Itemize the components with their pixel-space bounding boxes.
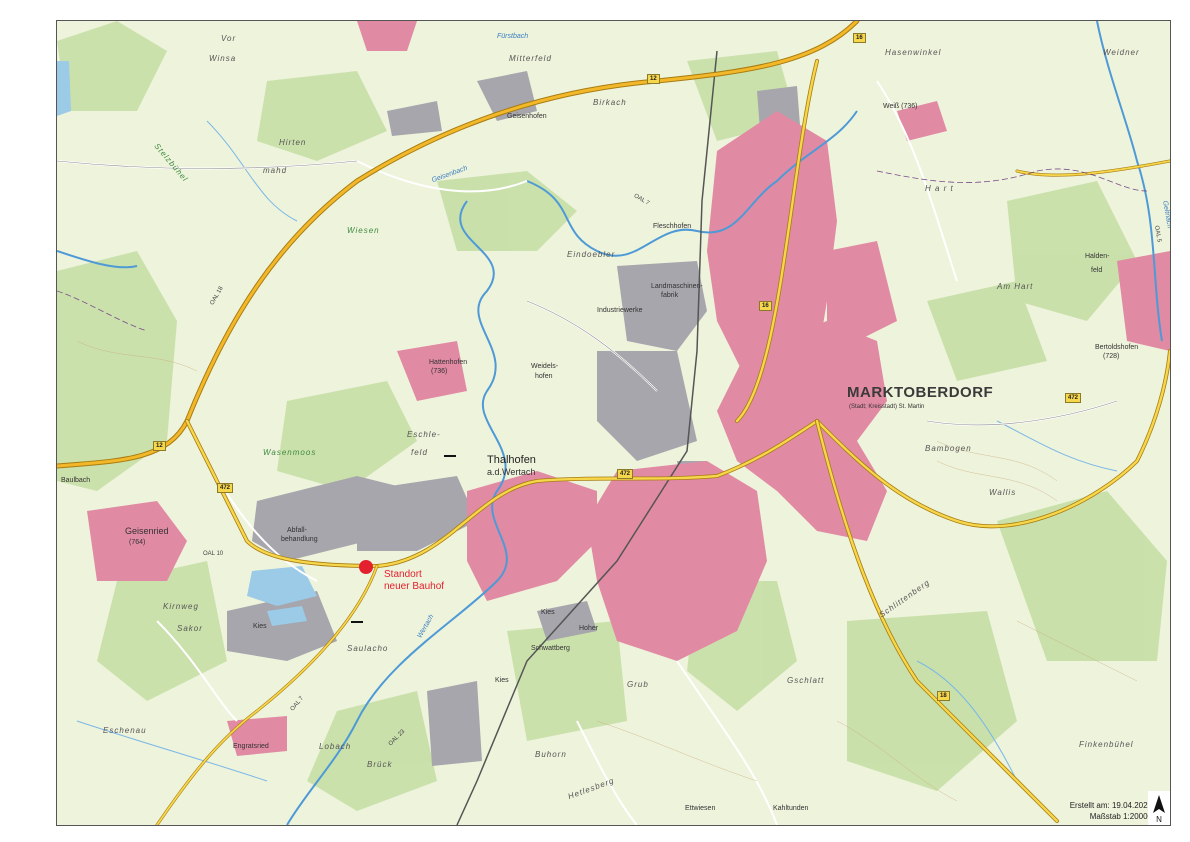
place-label-haldenfeld-1: Halden- [1085,253,1110,260]
road-shield-b472-east: 472 [1065,393,1082,403]
place-label-hattenhofen: Hattenhofen [429,359,468,366]
place-label-geisenhofen: Geisenhofen [507,113,547,120]
facility-label-hoher: Hoher [579,625,599,632]
place-label-vor: Vor [221,34,237,43]
road-shield-b16-town: 16 [759,301,772,311]
road-shield-b16-north: 16 [853,33,866,43]
facility-label-landmaschinenfabrik-2: fabrik [661,292,679,299]
place-label-grub: Grub [627,680,649,689]
site-marker-label-2: neuer Bauhof [384,581,445,592]
road-shield-b472-thalhofen: 472 [617,469,634,479]
place-label-lobach: Lobach [319,742,352,751]
scale-label: Maßstab 1:20000 [1089,811,1152,821]
town-label-thalhofen-2: a.d.Wertach [487,467,536,477]
facility-label-industriewerke: Industriewerke [597,307,643,314]
facility-label-kies-2: Kies [541,609,555,616]
town-sub-label: (Stadt; Kreisstadt) St. Martin [849,404,925,410]
place-elev-bertoldshofen: (728) [1103,353,1120,360]
road-shield-b472-west: 472 [217,483,234,493]
place-label-haldenfeld-2: feld [1091,267,1103,274]
place-label-fleschhofen: Fleschhofen [653,223,692,230]
site-marker[interactable] [359,560,373,574]
road-shield-b18: 18 [937,691,950,701]
map-frame[interactable]: MARKTOBERDORF (Stadt; Kreisstadt) St. Ma… [56,20,1171,826]
topographic-map[interactable] [57,21,1170,825]
place-label-hirten: Hirten [279,138,307,147]
place-label-mitterfeld: Mitterfeld [509,54,552,63]
place-label-eschenau: Eschenau [103,726,147,735]
map-footer: Erstellt am: 19.04.2023 Maßstab 1:20000 [1070,801,1152,822]
place-label-weidelshofen-2: hofen [535,373,553,380]
place-label-winsa: Winsa [209,54,237,63]
place-elev-hattenhofen: (736) [431,368,448,375]
road-shield-b12-north: 12 [647,74,660,84]
water-label-fuerstbach: Fürstbach [497,33,529,40]
place-label-baulbach: Baulbach [61,477,91,484]
place-label-gschlatt: Gschlatt [787,676,825,685]
facility-label-landmaschinenfabrik-1: Landmaschinen- [651,283,703,290]
facility-label-abfall-1: Abfall- [287,527,307,534]
place-label-wallis: Wallis [989,488,1017,497]
facility-label-schwattberg: Schwattberg [531,645,570,652]
town-label-thalhofen: Thalhofen [487,454,536,466]
town-label-marktoberdorf: MARKTOBERDORF [847,384,994,401]
place-label-buhorn: Buhorn [535,750,567,759]
road-code-oal10: OAL 10 [203,551,224,557]
place-label-saulacho: Saulacho [347,644,389,653]
place-label-geisenried: Geisenried [125,526,169,536]
facility-label-kies-1: Kies [253,623,267,630]
place-label-sakor: Sakor [177,624,203,633]
facility-label-abfall-2: behandlung [281,536,318,543]
place-label-mahd: mahd [263,166,288,175]
place-label-hasenwinkel: Hasenwinkel [885,48,942,57]
site-marker-label-1: Standort [384,569,422,580]
place-label-kirnweg: Kirnweg [163,602,199,611]
dash-marker-2 [351,621,363,623]
place-label-hart: H a r t [925,184,954,193]
place-label-bertoldshofen: Bertoldshofen [1095,344,1139,351]
place-label-eindoebler: Eindoebler [567,250,616,259]
place-label-wiesen: Wiesen [347,226,380,235]
facility-label-kies-3: Kies [495,677,509,684]
north-arrow-icon: N [1148,791,1170,825]
place-label-eschlefeld-1: Eschle- [407,430,441,439]
place-label-weidelshofen-1: Weidels- [531,363,559,370]
place-elev-geisenried: (764) [129,539,146,546]
place-label-weidner: Weidner [1103,48,1140,57]
place-label-bambogen: Bambogen [925,444,972,453]
place-label-finkenbuehel: Finkenbühel [1079,740,1134,749]
place-label-eschlefeld-2: feld [411,448,428,457]
place-label-wasenmoos: Wasenmoos [263,448,317,457]
place-label-ettwiesen: Ettwiesen [685,805,716,812]
created-date-label: Erstellt am: 19.04.2023 [1069,801,1152,811]
place-label-weiss: Weiß (736) [883,103,918,110]
north-symbol: N [1156,815,1162,824]
place-label-kahltunden: Kahltunden [773,805,809,812]
place-label-engratsried: Engratsried [233,743,269,750]
dash-marker-1 [444,455,456,457]
place-label-bruck: Brück [367,760,393,769]
road-shield-b12-west: 12 [153,441,166,451]
place-label-am-hart: Am Hart [997,282,1034,291]
place-label-birkach: Birkach [593,98,627,107]
